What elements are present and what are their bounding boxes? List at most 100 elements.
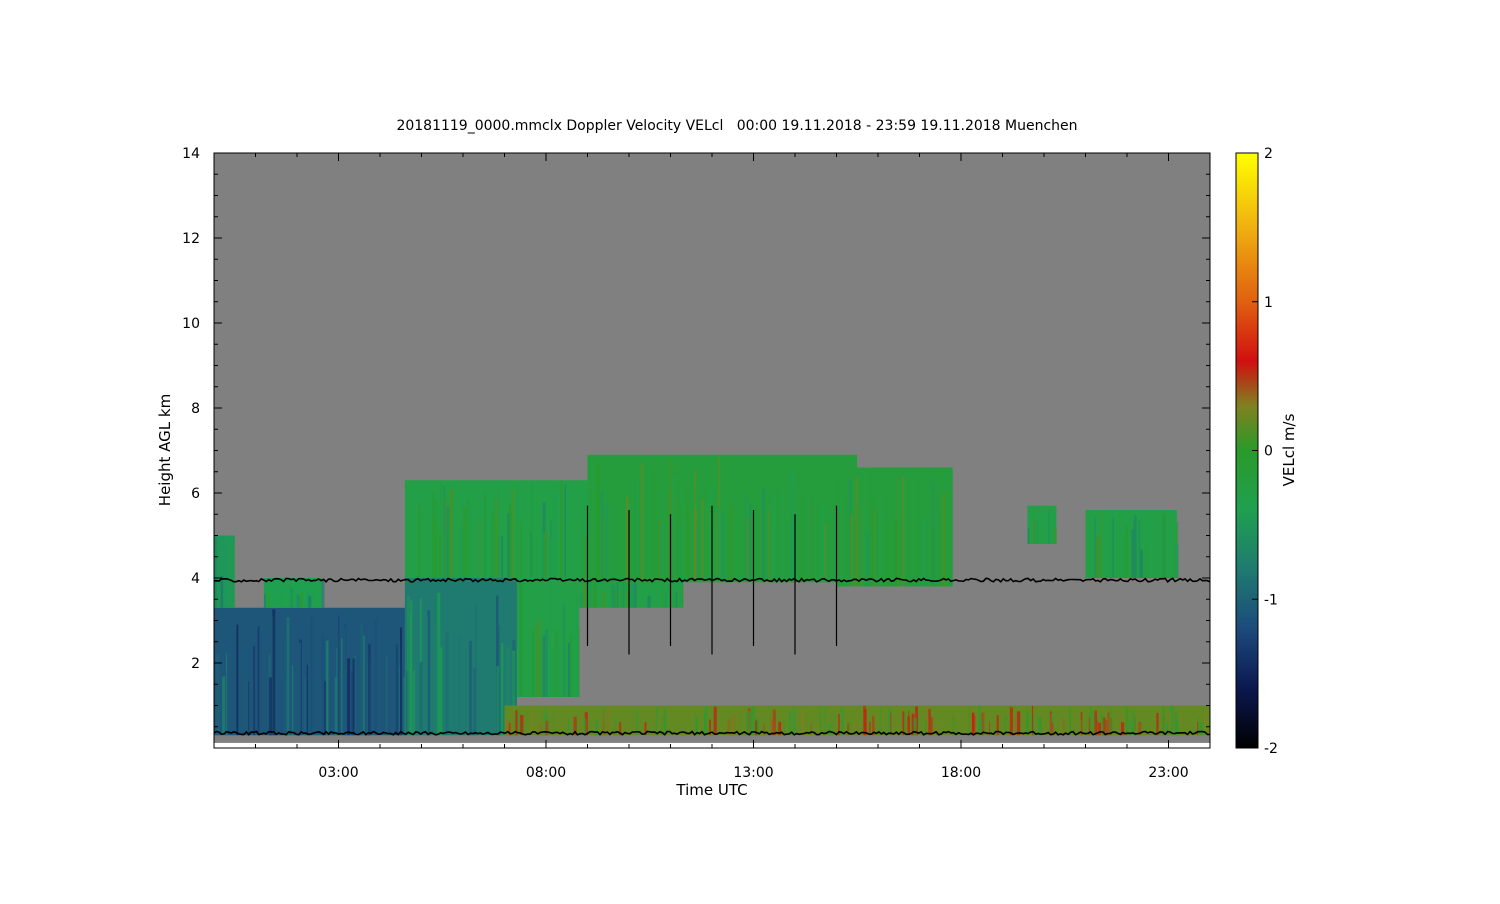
echo-streak xyxy=(1031,705,1034,736)
echo-streak xyxy=(1095,536,1100,578)
echo-streak xyxy=(1156,712,1159,736)
echo-streak xyxy=(863,705,866,736)
echo-streak xyxy=(468,513,472,578)
echo-streak xyxy=(232,542,235,608)
echo-streak xyxy=(395,644,399,736)
echo-streak xyxy=(886,527,889,587)
echo-streak xyxy=(215,537,217,608)
x-tick-label: 18:00 xyxy=(941,765,981,781)
echo-streak xyxy=(360,623,363,736)
echo-streak xyxy=(542,635,546,697)
echo-streak xyxy=(749,503,752,583)
echo-streak xyxy=(374,619,377,736)
echo-streak xyxy=(1050,713,1052,736)
echo-streak xyxy=(220,575,224,608)
echo-streak xyxy=(752,706,755,736)
echo-streak xyxy=(799,494,803,583)
echo-streak xyxy=(290,588,293,608)
colorbar-tick-label: 1 xyxy=(1264,295,1273,311)
echo-streak xyxy=(306,664,308,736)
echo-streak xyxy=(824,522,827,583)
x-tick-label: 23:00 xyxy=(1148,765,1188,781)
echo-streak xyxy=(929,716,933,736)
echo-streak xyxy=(281,592,285,608)
echo-streak xyxy=(536,622,540,697)
echo-streak xyxy=(1035,707,1037,736)
echo-streak xyxy=(300,592,304,608)
echo-streak xyxy=(279,679,283,736)
x-tick-label: 08:00 xyxy=(526,765,566,781)
echo-streak xyxy=(682,584,684,608)
echo-streak xyxy=(761,488,765,583)
echo-streak xyxy=(368,643,371,736)
echo-streak xyxy=(791,490,795,583)
echo-streak xyxy=(633,582,637,608)
echo-streak xyxy=(621,583,623,608)
echo-streak xyxy=(841,709,844,736)
echo-streak xyxy=(501,643,504,736)
echo-streak xyxy=(713,706,717,736)
echo-streak xyxy=(789,710,792,736)
echo-streak xyxy=(563,604,566,697)
echo-streak xyxy=(771,494,775,583)
echo-streak xyxy=(1016,711,1021,736)
echo-streak xyxy=(520,715,524,736)
echo-streak xyxy=(463,506,466,578)
echo-streak xyxy=(693,469,696,583)
echo-streak xyxy=(614,590,618,608)
echo-streak xyxy=(612,585,616,608)
y-tick-label: 12 xyxy=(182,231,200,247)
echo-streak xyxy=(937,478,939,587)
echo-streak xyxy=(602,722,605,736)
echo-streak xyxy=(229,537,231,608)
echo-streak xyxy=(1047,509,1050,544)
echo-streak xyxy=(630,578,634,608)
colorbar-tick-label: -1 xyxy=(1264,592,1278,608)
echo-streak xyxy=(567,719,570,736)
echo-streak xyxy=(542,533,545,578)
echo-streak xyxy=(520,521,523,578)
colorbar: -2 -1 0 1 2 VELcl m/s xyxy=(1235,146,1298,757)
echo-region xyxy=(836,467,953,587)
echo-streak xyxy=(516,486,518,578)
echo-streak xyxy=(434,626,436,736)
echo-streak xyxy=(552,709,555,736)
echo-streak xyxy=(902,475,905,587)
echo-streak xyxy=(1110,709,1113,736)
x-axis-label: Time UTC xyxy=(675,781,747,799)
echo-streak xyxy=(496,666,500,736)
echo-streak xyxy=(1094,517,1096,578)
y-tick-label: 2 xyxy=(191,656,200,672)
echo-streak xyxy=(458,636,461,736)
echo-streak xyxy=(868,721,871,736)
y-tick-label: 8 xyxy=(191,401,200,417)
y-tick-label: 14 xyxy=(182,146,200,162)
y-tick-label: 10 xyxy=(182,316,200,332)
echo-streak xyxy=(698,465,702,583)
echo-streak xyxy=(449,489,454,578)
echo-streak xyxy=(658,519,661,583)
echo-streak xyxy=(497,488,500,578)
echo-streak xyxy=(593,581,595,608)
echo-streak xyxy=(352,658,355,736)
echo-streak xyxy=(596,464,600,583)
echo-streak xyxy=(1175,543,1179,578)
echo-streak xyxy=(464,508,467,578)
echo-streak xyxy=(676,716,678,736)
y-tick-label: 4 xyxy=(191,571,200,587)
echo-streak xyxy=(974,715,976,736)
colorbar-label: VELcl m/s xyxy=(1280,413,1298,486)
x-tick-label: 13:00 xyxy=(733,765,773,781)
echo-streak xyxy=(664,592,667,608)
echo-streak xyxy=(897,476,899,587)
echo-streak xyxy=(1132,710,1135,736)
echo-streak xyxy=(315,585,319,608)
echo-streak xyxy=(601,491,604,583)
echo-streak xyxy=(494,498,498,578)
colorbar-tick-label: 0 xyxy=(1264,444,1273,460)
echo-streak xyxy=(587,486,591,583)
echo-streak xyxy=(567,642,571,697)
echo-streak xyxy=(385,654,388,736)
echo-streak xyxy=(473,667,477,736)
echo-streak xyxy=(410,600,413,736)
